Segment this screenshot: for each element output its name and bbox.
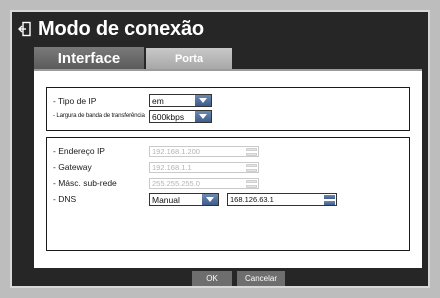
chevron-down-icon: [195, 95, 211, 106]
interface-panel: - Tipo de IP em - Largura de banda de tr…: [34, 71, 422, 268]
gateway-value: 192.168.1.1: [152, 163, 192, 172]
ip-type-label: - Tipo de IP: [53, 96, 97, 106]
ip-type-select[interactable]: em: [149, 94, 212, 107]
dns-label: - DNS: [53, 194, 77, 204]
exit-arrow-icon: [18, 21, 32, 37]
gateway-field[interactable]: 192.168.1.1: [149, 162, 259, 173]
bandwidth-value: 600kbps: [152, 111, 185, 122]
connection-mode-window: Modo de conexão Interface Porta - Tipo d…: [10, 10, 430, 288]
dns-mode-select[interactable]: Manual: [149, 193, 219, 206]
page-title: Modo de conexão: [38, 17, 204, 40]
ip-type-group: - Tipo de IP em - Largura de banda de tr…: [46, 87, 410, 131]
stepper-icon: [324, 195, 335, 205]
ip-address-field[interactable]: 192.168.1.200: [149, 146, 259, 157]
tab-porta[interactable]: Porta: [146, 48, 232, 69]
stepper-icon: [246, 180, 257, 188]
title-bar: Modo de conexão: [12, 12, 428, 46]
tab-interface[interactable]: Interface: [34, 47, 144, 70]
chevron-down-icon: [195, 111, 211, 122]
cancel-button[interactable]: Cancelar: [237, 271, 285, 286]
stepper-icon: [246, 148, 257, 156]
subnet-value: 255.255.255.0: [152, 179, 200, 188]
ip-address-value: 192.168.1.200: [152, 147, 200, 156]
chevron-down-icon: [202, 194, 218, 205]
dns-field[interactable]: 168.126.63.1: [227, 193, 337, 206]
bandwidth-label: - Largura de banda de transferência: [53, 112, 145, 119]
network-settings-group: - Endereço IP 192.168.1.200 - Gateway 19…: [46, 137, 410, 251]
dns-mode-value: Manual: [152, 194, 180, 205]
ip-address-label: - Endereço IP: [53, 146, 105, 156]
bandwidth-select[interactable]: 600kbps: [149, 110, 212, 123]
gateway-label: - Gateway: [53, 162, 92, 172]
subnet-field[interactable]: 255.255.255.0: [149, 178, 259, 189]
ip-type-value: em: [152, 95, 164, 106]
subnet-label: - Másc. sub-rede: [53, 178, 117, 188]
dialog-footer: OK Cancelar: [34, 268, 422, 286]
ok-button[interactable]: OK: [192, 271, 232, 286]
stepper-icon: [246, 164, 257, 172]
dns-value: 168.126.63.1: [230, 195, 274, 204]
